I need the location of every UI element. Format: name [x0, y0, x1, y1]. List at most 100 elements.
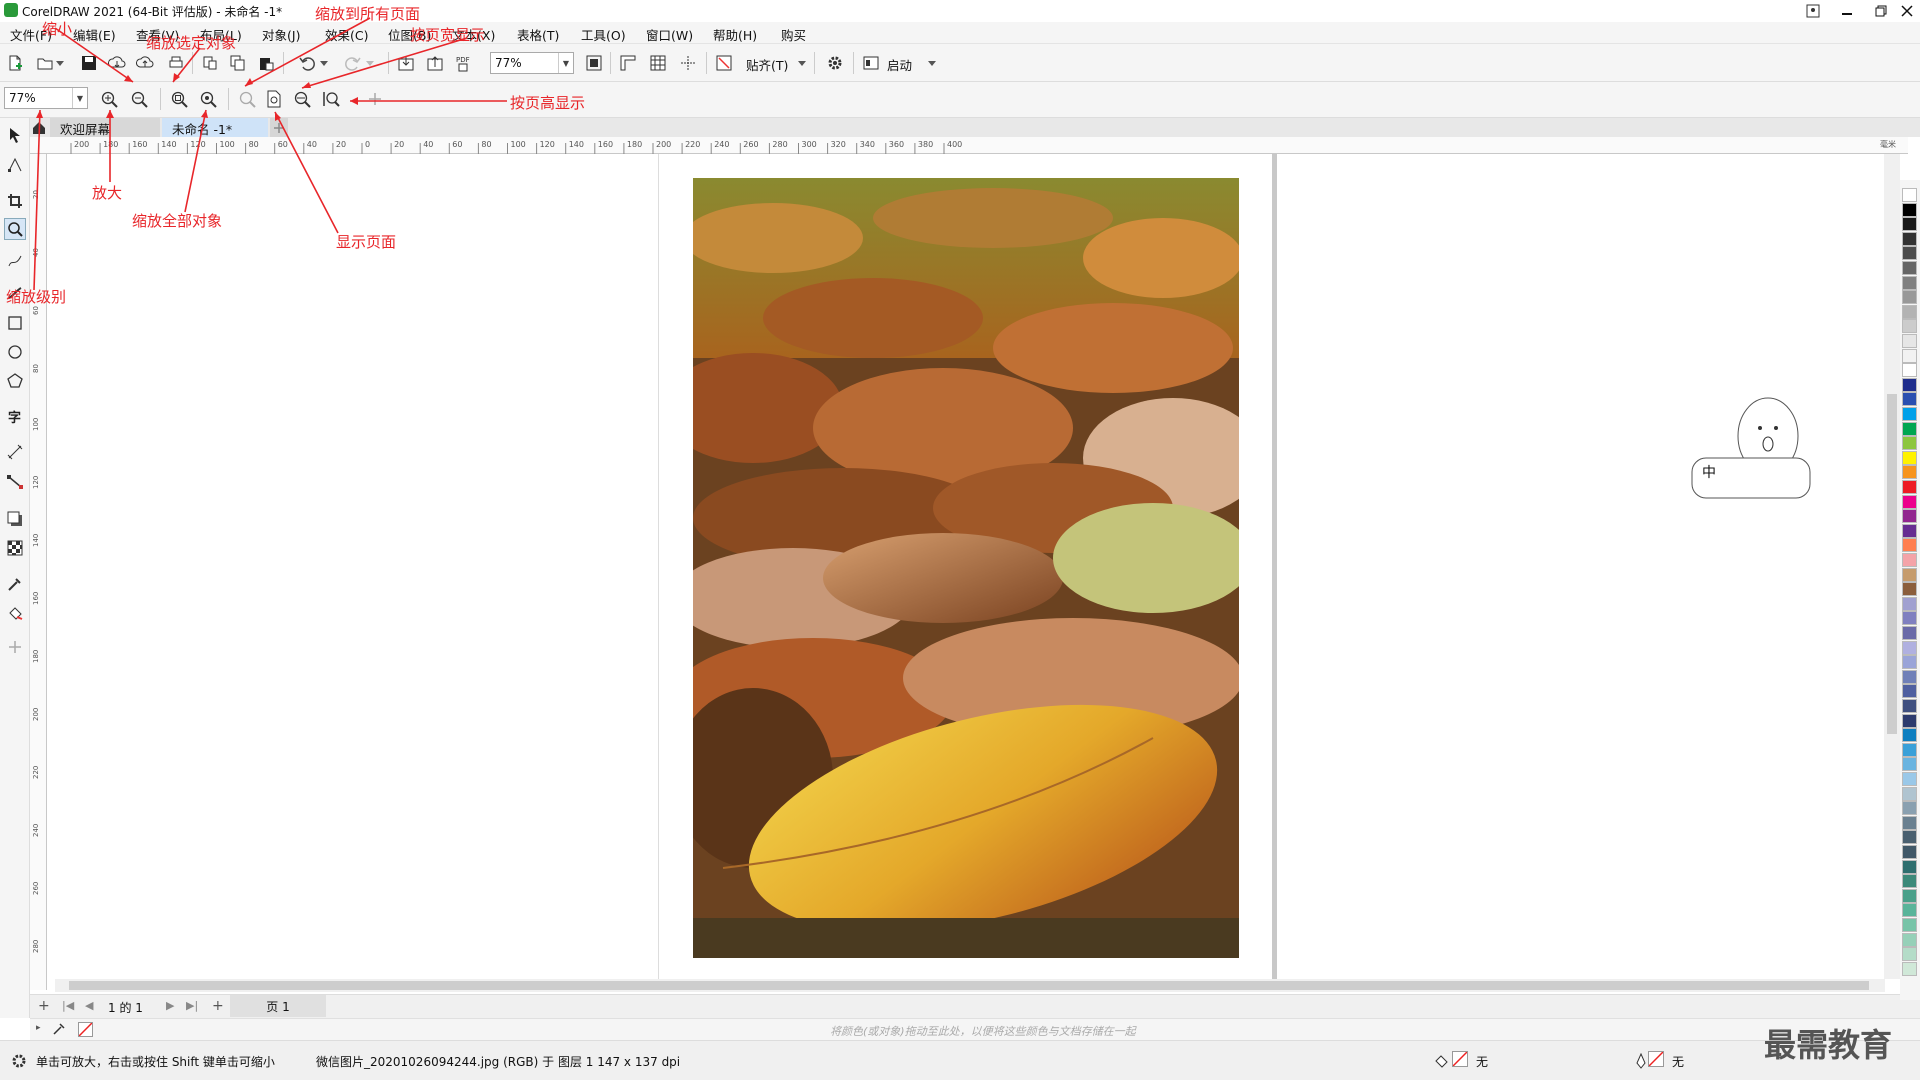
menu-effects[interactable]: 效果(C): [325, 25, 368, 44]
save-icon[interactable]: [78, 52, 100, 74]
palette-swatch[interactable]: [1902, 553, 1917, 567]
menu-window[interactable]: 窗口(W): [646, 25, 693, 44]
palette-swatch[interactable]: [1902, 261, 1917, 275]
menu-help[interactable]: 帮助(H): [713, 25, 757, 44]
add-icon[interactable]: [364, 88, 386, 110]
home-icon[interactable]: [30, 118, 48, 137]
redo-icon[interactable]: [342, 52, 364, 74]
palette-swatch[interactable]: [1902, 918, 1917, 932]
last-page-icon[interactable]: ▶|: [186, 999, 198, 1012]
freehand-tool-icon[interactable]: [4, 250, 26, 272]
palette-swatch[interactable]: [1902, 494, 1917, 509]
palette-swatch[interactable]: [1902, 640, 1917, 655]
text-tool-icon[interactable]: 字: [4, 406, 26, 428]
undo-dropdown-icon[interactable]: [318, 52, 330, 74]
eyedropper-icon[interactable]: [4, 573, 26, 595]
palette-swatch[interactable]: [1902, 363, 1917, 378]
undo-icon[interactable]: [296, 52, 318, 74]
menu-object[interactable]: 对象(J): [262, 25, 300, 44]
fill-swatch[interactable]: [1452, 1051, 1468, 1067]
options-gear-icon[interactable]: [824, 52, 846, 74]
connector-tool-icon[interactable]: [4, 471, 26, 493]
palette-swatch[interactable]: [1902, 217, 1917, 232]
open-dropdown-icon[interactable]: [54, 52, 66, 74]
outline-swatch[interactable]: [1648, 1051, 1664, 1067]
menu-table[interactable]: 表格(T): [517, 25, 559, 44]
palette-swatch[interactable]: [1902, 421, 1917, 436]
palette-swatch[interactable]: [1902, 947, 1917, 962]
pick-tool-icon[interactable]: [4, 124, 26, 146]
zoom-to-page-height-icon[interactable]: [320, 88, 342, 110]
menu-edit[interactable]: 编辑(E): [73, 25, 116, 44]
polygon-tool-icon[interactable]: [4, 370, 26, 392]
full-screen-preview-icon[interactable]: [583, 52, 605, 74]
palette-swatch[interactable]: [1902, 742, 1917, 757]
palette-swatch[interactable]: [1902, 523, 1917, 538]
zoom-out-icon[interactable]: [128, 88, 150, 110]
palette-swatch[interactable]: [1902, 538, 1917, 553]
palette-swatch[interactable]: [1902, 348, 1917, 363]
zoom-levels-dropdown[interactable]: 77% ▼: [4, 87, 88, 109]
palette-swatch[interactable]: [1902, 961, 1917, 976]
copy-icon[interactable]: [227, 52, 249, 74]
horizontal-ruler[interactable]: 200 180 160 140 120 100 80 60 40 20 0 20 40 60 80 100 12…: [30, 137, 1908, 154]
palette-swatch[interactable]: [1902, 188, 1917, 202]
launch-label[interactable]: 启动: [887, 55, 912, 74]
palette-swatch[interactable]: [1902, 830, 1917, 845]
palette-swatch[interactable]: [1902, 859, 1917, 874]
add-page-after-icon[interactable]: +: [212, 998, 224, 1014]
palette-swatch[interactable]: [1902, 334, 1917, 348]
ellipse-tool-icon[interactable]: [4, 341, 26, 363]
palette-swatch[interactable]: [1902, 669, 1917, 684]
zoom-to-page-icon[interactable]: [263, 88, 285, 110]
palette-swatch[interactable]: [1902, 407, 1917, 421]
import-icon[interactable]: [395, 52, 417, 74]
rulers-icon[interactable]: [617, 52, 639, 74]
launch-icon[interactable]: [860, 52, 882, 74]
palette-swatch[interactable]: [1902, 596, 1917, 611]
paste-icon[interactable]: [255, 52, 277, 74]
palette-swatch[interactable]: [1902, 319, 1917, 334]
palette-swatch[interactable]: [1902, 874, 1917, 889]
palette-swatch[interactable]: [1902, 903, 1917, 918]
minimize-button[interactable]: [1836, 0, 1858, 22]
palette-swatch[interactable]: [1902, 509, 1917, 524]
palette-swatch[interactable]: [1902, 582, 1917, 597]
launch-dropdown-icon[interactable]: [926, 52, 938, 74]
canvas[interactable]: [48, 154, 1884, 979]
vertical-scrollbar[interactable]: [1884, 154, 1900, 979]
palette-swatch[interactable]: [1902, 611, 1917, 626]
palette-swatch[interactable]: [1902, 655, 1917, 670]
add-page-before-icon[interactable]: +: [38, 998, 50, 1014]
zoom-to-all-objects-icon[interactable]: [197, 88, 219, 110]
palette-swatch[interactable]: [1902, 304, 1917, 319]
palette-swatch[interactable]: [1902, 815, 1917, 830]
palette-swatch[interactable]: [1902, 845, 1917, 859]
open-icon[interactable]: [34, 52, 56, 74]
snap-dropdown-icon[interactable]: [796, 52, 808, 74]
tab-welcome[interactable]: 欢迎屏幕: [50, 118, 160, 137]
palette-swatch[interactable]: [1902, 450, 1917, 465]
horizontal-scrollbar[interactable]: [55, 979, 1885, 992]
palette-eyedropper-icon[interactable]: [50, 1019, 68, 1039]
palette-swatch[interactable]: [1902, 888, 1917, 903]
prev-page-icon[interactable]: ◀: [85, 999, 93, 1012]
vertical-scroll-thumb[interactable]: [1887, 394, 1897, 734]
crop-tool-icon[interactable]: [4, 190, 26, 212]
horizontal-scroll-thumb[interactable]: [69, 981, 1869, 990]
no-color-swatch[interactable]: [78, 1022, 93, 1037]
redo-dropdown-icon[interactable]: [364, 52, 376, 74]
palette-swatch[interactable]: [1902, 392, 1917, 407]
zoom-to-all-pages-icon[interactable]: [236, 88, 258, 110]
palette-swatch[interactable]: [1902, 480, 1917, 494]
palette-swatch[interactable]: [1902, 202, 1917, 217]
transparency-tool-icon[interactable]: [4, 537, 26, 559]
palette-swatch[interactable]: [1902, 377, 1917, 392]
drop-shadow-icon[interactable]: [4, 508, 26, 530]
zoom-to-selected-icon[interactable]: [168, 88, 190, 110]
add-tool-icon[interactable]: [4, 636, 26, 658]
cut-icon[interactable]: [199, 52, 221, 74]
palette-swatch[interactable]: [1902, 728, 1917, 743]
zoom-level-dropdown[interactable]: 77% ▼: [490, 52, 574, 74]
palette-swatch[interactable]: [1902, 626, 1917, 640]
